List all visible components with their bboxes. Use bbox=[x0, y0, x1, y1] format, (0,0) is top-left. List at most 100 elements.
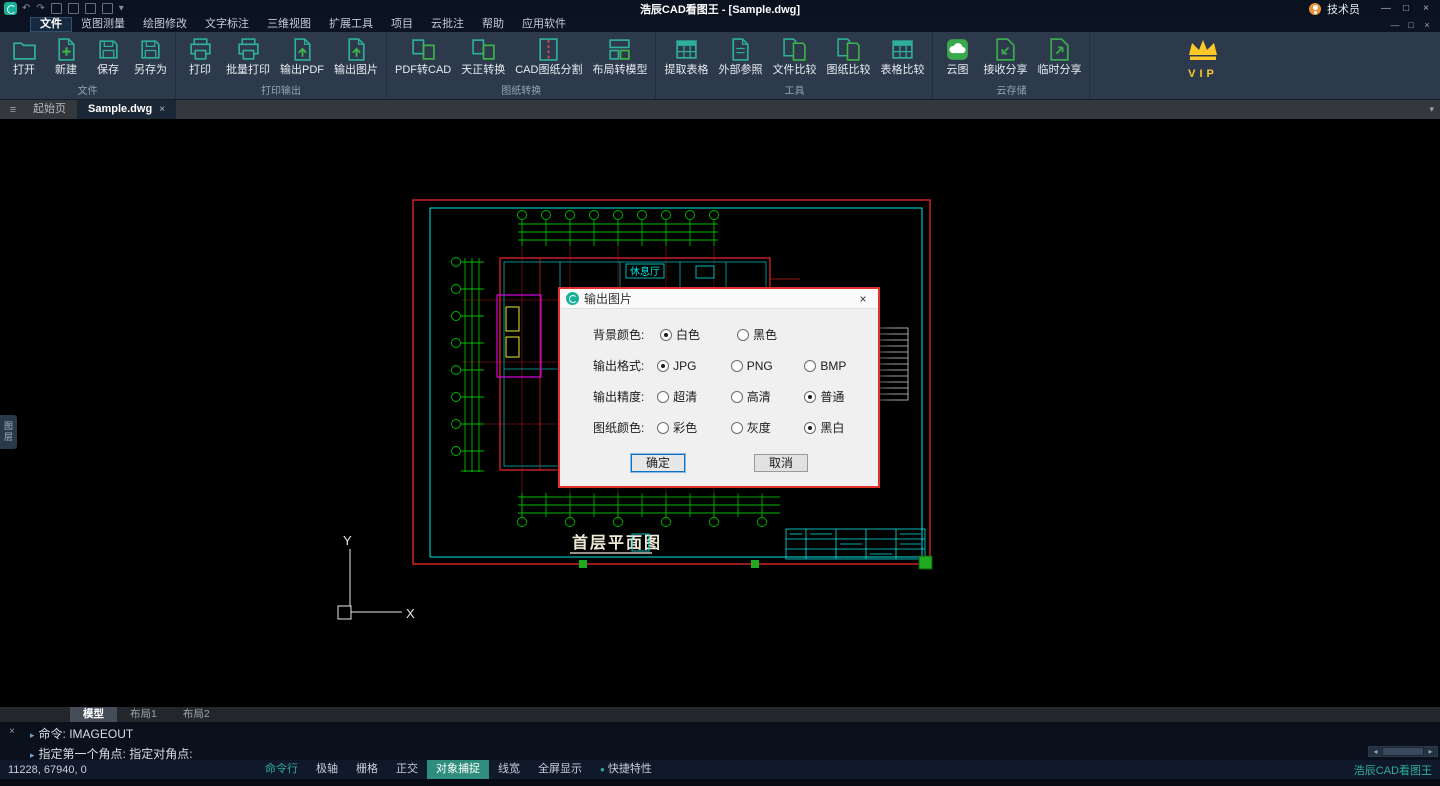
radio-option[interactable]: 白色 bbox=[660, 326, 737, 343]
save-label: 保存 bbox=[92, 64, 124, 76]
scroll-left-icon[interactable]: ◂ bbox=[1369, 747, 1382, 756]
table-compare-button[interactable]: 表格比较 bbox=[875, 37, 929, 76]
toggle-grid[interactable]: 栅格 bbox=[347, 760, 387, 779]
tab-model[interactable]: 模型 bbox=[70, 707, 117, 722]
layer-panel-handle[interactable]: 图层 bbox=[0, 415, 17, 449]
drawing-compare-button[interactable]: 图纸比较 bbox=[821, 37, 875, 76]
radio-icon[interactable] bbox=[731, 391, 743, 403]
qat-tool-icon[interactable] bbox=[102, 3, 113, 14]
radio-icon[interactable] bbox=[737, 329, 749, 341]
radio-option[interactable]: 黑色 bbox=[737, 326, 814, 343]
tab-list-dropdown-icon[interactable]: ▾ bbox=[1429, 104, 1434, 115]
scroll-right-icon[interactable]: ▸ bbox=[1424, 747, 1437, 756]
save-as-button[interactable]: 另存为 bbox=[129, 37, 172, 76]
radio-option[interactable]: 超清 bbox=[657, 388, 731, 405]
radio-icon[interactable] bbox=[657, 360, 669, 372]
toggle-object-snap[interactable]: 对象捕捉 bbox=[427, 760, 489, 779]
radio-option[interactable]: 普通 bbox=[804, 388, 878, 405]
menu-tab-help[interactable]: 帮助 bbox=[473, 17, 513, 32]
toggle-fullscreen[interactable]: 全屏显示 bbox=[529, 760, 591, 779]
tab-menu-icon[interactable]: ≡ bbox=[4, 104, 22, 116]
scrollbar-thumb[interactable] bbox=[1383, 748, 1423, 755]
maximize-icon[interactable]: □ bbox=[1396, 0, 1416, 17]
close-icon[interactable]: × bbox=[1416, 0, 1436, 17]
ok-button[interactable]: 确定 bbox=[631, 454, 685, 472]
radio-icon[interactable] bbox=[657, 391, 669, 403]
tab-sample-dwg[interactable]: Sample.dwg × bbox=[77, 100, 176, 119]
radio-icon[interactable] bbox=[731, 360, 743, 372]
radio-icon[interactable] bbox=[660, 329, 672, 341]
qat-tool-icon[interactable] bbox=[51, 3, 62, 14]
minimize-icon[interactable]: — bbox=[1376, 0, 1396, 17]
qat-tool-icon[interactable] bbox=[68, 3, 79, 14]
save-button[interactable]: 保存 bbox=[87, 37, 129, 76]
doc-close-icon[interactable]: × bbox=[1419, 20, 1435, 30]
tab-start-page[interactable]: 起始页 bbox=[22, 100, 77, 119]
menu-tab-file[interactable]: 文件 bbox=[30, 17, 72, 32]
menu-tab-draw-modify[interactable]: 绘图修改 bbox=[134, 17, 196, 32]
command-close-icon[interactable]: × bbox=[9, 726, 15, 737]
receive-share-button[interactable]: 接收分享 bbox=[978, 37, 1032, 76]
doc-restore-icon[interactable]: □ bbox=[1403, 20, 1419, 30]
radio-option[interactable]: 高清 bbox=[731, 388, 805, 405]
radio-option[interactable]: 灰度 bbox=[731, 419, 805, 436]
undo-icon[interactable]: ↶ bbox=[22, 3, 30, 14]
pdf-to-cad-button[interactable]: PDF转CAD bbox=[390, 37, 456, 76]
command-window[interactable]: × ▸命令: IMAGEOUT ▸指定第一个角点: 指定对角点: ◂ ▸ bbox=[0, 722, 1440, 760]
menu-tab-text-annotate[interactable]: 文字标注 bbox=[196, 17, 258, 32]
new-button[interactable]: 新建 bbox=[45, 37, 87, 76]
radio-icon[interactable] bbox=[804, 391, 816, 403]
open-button[interactable]: 打开 bbox=[3, 37, 45, 76]
user-name[interactable]: 技术员 bbox=[1327, 1, 1360, 17]
radio-option[interactable]: PNG bbox=[731, 359, 805, 373]
radio-icon[interactable] bbox=[657, 422, 669, 434]
batch-print-button[interactable]: 批量打印 bbox=[221, 37, 275, 76]
radio-option[interactable]: 彩色 bbox=[657, 419, 731, 436]
export-pdf-button[interactable]: 输出PDF bbox=[275, 37, 329, 76]
cloud-drawing-button[interactable]: 云图 bbox=[936, 37, 978, 76]
tab-layout2[interactable]: 布局2 bbox=[170, 707, 223, 722]
radio-option[interactable]: BMP bbox=[804, 359, 878, 373]
command-input-line[interactable]: ▸指定第一个角点: 指定对角点: bbox=[0, 742, 1440, 762]
extract-table-button[interactable]: 提取表格 bbox=[659, 37, 713, 76]
dialog-title-bar[interactable]: 输出图片 × bbox=[560, 289, 878, 309]
command-scrollbar[interactable]: ◂ ▸ bbox=[1368, 746, 1438, 757]
dialog-close-icon[interactable]: × bbox=[854, 292, 872, 306]
menu-tab-cloud-annotate[interactable]: 云批注 bbox=[422, 17, 473, 32]
export-image-button[interactable]: 输出图片 bbox=[329, 37, 383, 76]
menu-tab-extended-tools[interactable]: 扩展工具 bbox=[320, 17, 382, 32]
drawing-canvas[interactable]: 休息厅 首层平面图 bbox=[0, 119, 1440, 707]
menu-tab-3d-view[interactable]: 三维视图 bbox=[258, 17, 320, 32]
file-compare-button[interactable]: 文件比较 bbox=[767, 37, 821, 76]
cancel-button[interactable]: 取消 bbox=[754, 454, 808, 472]
cad-split-button[interactable]: CAD图纸分割 bbox=[510, 37, 587, 76]
toggle-lineweight[interactable]: 线宽 bbox=[489, 760, 529, 779]
tab-close-icon[interactable]: × bbox=[159, 100, 165, 119]
radio-option[interactable]: JPG bbox=[657, 359, 731, 373]
qat-customize-icon[interactable]: ▾ bbox=[119, 3, 124, 14]
print-button[interactable]: 打印 bbox=[179, 37, 221, 76]
batch-print-label: 批量打印 bbox=[226, 64, 270, 76]
redo-icon[interactable]: ↷ bbox=[36, 3, 44, 14]
toggle-command-line[interactable]: 命令行 bbox=[256, 760, 307, 779]
toggle-quick-properties[interactable]: ●快捷特性 bbox=[591, 760, 661, 779]
vip-badge[interactable]: VIP bbox=[1178, 38, 1228, 80]
tab-layout1[interactable]: 布局1 bbox=[117, 707, 170, 722]
radio-icon[interactable] bbox=[804, 422, 816, 434]
radio-icon[interactable] bbox=[804, 360, 816, 372]
temp-share-button[interactable]: 临时分享 bbox=[1032, 37, 1086, 76]
qat-tool-icon[interactable] bbox=[85, 3, 96, 14]
radio-option[interactable]: 黑白 bbox=[804, 419, 878, 436]
radio-icon[interactable] bbox=[731, 422, 743, 434]
toggle-ortho[interactable]: 正交 bbox=[387, 760, 427, 779]
xref-button[interactable]: 外部参照 bbox=[713, 37, 767, 76]
doc-minimize-icon[interactable]: — bbox=[1387, 20, 1403, 30]
radio-label: PNG bbox=[747, 359, 773, 373]
toggle-polar[interactable]: 极轴 bbox=[307, 760, 347, 779]
menu-tab-apps[interactable]: 应用软件 bbox=[513, 17, 575, 32]
tangent-convert-button[interactable]: 天正转换 bbox=[456, 37, 510, 76]
layout-to-model-button[interactable]: 布局转模型 bbox=[587, 37, 652, 76]
menu-tab-project[interactable]: 项目 bbox=[382, 17, 422, 32]
menu-tab-view-measure[interactable]: 览图测量 bbox=[72, 17, 134, 32]
user-avatar[interactable] bbox=[1309, 3, 1321, 15]
